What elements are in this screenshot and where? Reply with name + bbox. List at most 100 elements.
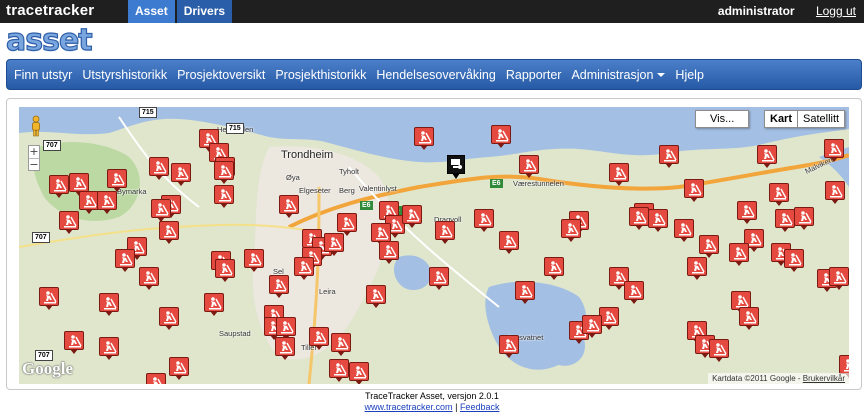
equipment-marker[interactable]: [171, 163, 191, 186]
equipment-marker[interactable]: [794, 207, 814, 230]
equipment-marker[interactable]: [159, 221, 179, 244]
equipment-marker[interactable]: [499, 231, 519, 254]
terms-link[interactable]: Brukervilkår: [803, 374, 845, 383]
equipment-marker[interactable]: [159, 307, 179, 330]
asset-logo[interactable]: asset: [5, 23, 93, 58]
equipment-marker[interactable]: [151, 199, 171, 222]
equipment-marker[interactable]: [609, 163, 629, 186]
equipment-marker[interactable]: [775, 209, 795, 232]
equipment-marker[interactable]: [275, 337, 295, 360]
nav-administrasjon[interactable]: Administrasjon: [566, 60, 670, 90]
equipment-marker[interactable]: [107, 169, 127, 192]
equipment-marker[interactable]: [379, 241, 399, 264]
equipment-marker[interactable]: [279, 195, 299, 218]
nav-finn-utstyr[interactable]: Finn utstyr: [9, 60, 77, 90]
equipment-marker[interactable]: [366, 285, 386, 308]
equipment-marker[interactable]: [349, 362, 369, 384]
equipment-marker[interactable]: [684, 179, 704, 202]
equipment-marker[interactable]: [729, 243, 749, 266]
pegman-icon[interactable]: [29, 115, 43, 137]
zoom-out-button[interactable]: −: [29, 158, 39, 170]
equipment-marker[interactable]: [331, 333, 351, 356]
equipment-marker[interactable]: [599, 307, 619, 330]
equipment-marker[interactable]: [214, 185, 234, 208]
equipment-marker[interactable]: [769, 183, 789, 206]
equipment-marker[interactable]: [739, 307, 759, 330]
equipment-marker[interactable]: [582, 315, 602, 338]
tab-asset[interactable]: Asset: [128, 0, 175, 23]
map-type-satellitt[interactable]: Satellitt: [798, 110, 846, 128]
equipment-marker[interactable]: [329, 359, 349, 382]
equipment-marker[interactable]: [294, 257, 314, 280]
equipment-marker-box: [294, 257, 314, 276]
equipment-marker[interactable]: [491, 125, 511, 148]
logout-link[interactable]: Logg ut: [816, 4, 856, 18]
equipment-marker[interactable]: [99, 337, 119, 360]
equipment-marker[interactable]: [244, 249, 264, 272]
equipment-marker[interactable]: [97, 191, 117, 214]
device-marker[interactable]: [447, 155, 465, 179]
equipment-marker[interactable]: [269, 275, 289, 298]
equipment-marker[interactable]: [544, 257, 564, 280]
version-text: TraceTracker Asset, versjon 2.0.1: [365, 391, 499, 401]
equipment-marker[interactable]: [515, 281, 535, 304]
equipment-marker[interactable]: [139, 267, 159, 290]
equipment-marker[interactable]: [825, 181, 845, 204]
nav-utstyrshistorikk[interactable]: Utstyrshistorikk: [77, 60, 172, 90]
equipment-marker[interactable]: [499, 335, 519, 358]
equipment-marker[interactable]: [149, 157, 169, 180]
map-label-valentinlyst: Valentinlyst: [359, 184, 397, 193]
equipment-marker[interactable]: [99, 293, 119, 316]
nav-hendelsesovervaking[interactable]: Hendelsesovervåking: [371, 60, 501, 90]
equipment-marker[interactable]: [659, 145, 679, 168]
feedback-link[interactable]: Feedback: [460, 402, 500, 412]
map-type-kart[interactable]: Kart: [764, 110, 799, 128]
equipment-marker-tip: [281, 355, 289, 360]
equipment-marker[interactable]: [169, 357, 189, 380]
website-link[interactable]: www.tracetracker.com: [365, 402, 453, 412]
vis-button[interactable]: Vis...: [695, 110, 749, 128]
equipment-marker[interactable]: [429, 267, 449, 290]
equipment-marker[interactable]: [39, 287, 59, 310]
equipment-marker[interactable]: [561, 219, 581, 242]
equipment-marker[interactable]: [204, 293, 224, 316]
nav-hjelp[interactable]: Hjelp: [670, 60, 709, 90]
nav-rapporter[interactable]: Rapporter: [501, 60, 567, 90]
equipment-marker[interactable]: [214, 161, 234, 184]
equipment-marker-tip: [385, 259, 393, 264]
equipment-marker[interactable]: [674, 219, 694, 242]
equipment-marker[interactable]: [115, 249, 135, 272]
equipment-marker[interactable]: [59, 211, 79, 234]
nav-prosjektoversikt[interactable]: Prosjektoversikt: [172, 60, 270, 90]
equipment-marker[interactable]: [757, 145, 777, 168]
equipment-marker[interactable]: [64, 331, 84, 354]
equipment-marker[interactable]: [629, 207, 649, 230]
equipment-marker[interactable]: [324, 233, 344, 256]
equipment-marker[interactable]: [648, 209, 668, 232]
equipment-marker[interactable]: [474, 209, 494, 232]
equipment-marker[interactable]: [49, 175, 69, 198]
equipment-marker[interactable]: [402, 205, 422, 228]
equipment-marker[interactable]: [79, 191, 99, 214]
equipment-marker[interactable]: [699, 235, 719, 258]
equipment-marker-box: [515, 281, 535, 300]
equipment-marker[interactable]: [435, 221, 455, 244]
equipment-marker[interactable]: [624, 281, 644, 304]
equipment-marker[interactable]: [737, 201, 757, 224]
map-canvas[interactable]: Trondheim Heggdalen Tyholt Øya Elgeseter…: [19, 107, 849, 384]
equipment-marker[interactable]: [824, 139, 844, 162]
equipment-marker[interactable]: [414, 127, 434, 150]
tab-drivers[interactable]: Drivers: [176, 0, 233, 23]
equipment-marker[interactable]: [829, 267, 849, 290]
equipment-marker-box: [337, 213, 357, 232]
equipment-marker[interactable]: [309, 327, 329, 350]
zoom-in-button[interactable]: +: [29, 146, 39, 158]
equipment-marker[interactable]: [215, 259, 235, 282]
equipment-marker[interactable]: [519, 155, 539, 178]
equipment-marker-box: [659, 145, 679, 164]
equipment-marker[interactable]: [687, 257, 707, 280]
nav-prosjekthistorikk[interactable]: Prosjekthistorikk: [270, 60, 371, 90]
equipment-marker[interactable]: [709, 339, 729, 362]
equipment-marker[interactable]: [146, 373, 166, 384]
equipment-marker[interactable]: [784, 249, 804, 272]
